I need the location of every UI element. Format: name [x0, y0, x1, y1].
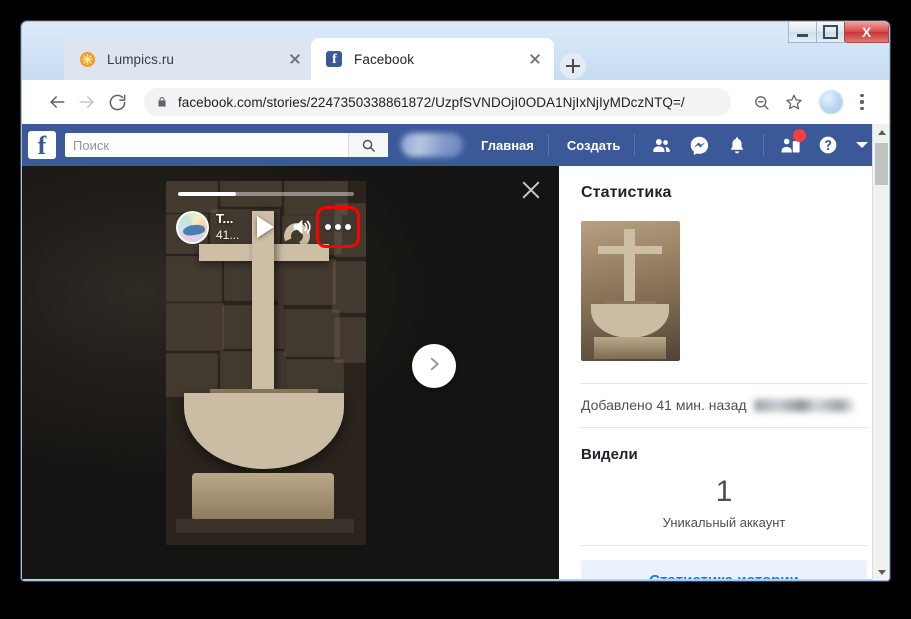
seen-section-title: Видели [581, 446, 638, 463]
window-bottom-edge [22, 579, 889, 580]
story-thumbnail[interactable] [581, 221, 680, 361]
reload-icon[interactable] [102, 87, 132, 117]
notifications-bell-icon[interactable] [725, 133, 749, 157]
browser-window: Lumpics.ru f Facebook X facebook.com/sto… [21, 21, 890, 581]
close-icon[interactable] [519, 178, 543, 202]
new-tab-button[interactable] [560, 53, 586, 79]
maximize-button[interactable] [816, 22, 845, 43]
search-icon[interactable] [348, 133, 388, 157]
nav-link-create[interactable]: Создать [567, 138, 620, 153]
next-story-button[interactable] [412, 344, 456, 388]
tab-facebook[interactable]: f Facebook [311, 38, 554, 80]
back-arrow-icon[interactable] [42, 87, 72, 117]
story-controls: T... 41... [176, 205, 361, 249]
stats-sidebar: Статистика Добавлено 41 мин. назад Видел… [559, 166, 889, 580]
page-title: Статистика [581, 184, 672, 201]
facebook-page: f Поиск Главная Создать T... 41... Стати… [22, 124, 889, 580]
tab-title: Facebook [354, 51, 415, 67]
tab-close-icon[interactable] [286, 50, 304, 68]
progress-fill [178, 192, 237, 196]
facebook-f-icon: f [325, 50, 343, 68]
story-meta: T... 41... [216, 211, 239, 242]
facebook-top-nav: f Поиск Главная Создать [22, 124, 889, 166]
tab-close-icon[interactable] [526, 50, 544, 68]
story-timestamp: 41... [216, 227, 240, 242]
three-dots-vertical-icon[interactable] [851, 89, 873, 115]
friend-request-badge-icon[interactable] [778, 129, 807, 157]
more-options-button[interactable] [316, 206, 361, 248]
search-placeholder: Поиск [73, 137, 110, 153]
more-options-icon [325, 224, 352, 230]
divider [581, 427, 867, 428]
story-stats-button[interactable]: Статистика истории [581, 560, 867, 580]
address-bar[interactable]: facebook.com/stories/2247350338861872/Uz… [144, 88, 731, 116]
blurred-name [753, 398, 854, 412]
messenger-icon[interactable] [687, 133, 711, 157]
minimize-button[interactable] [788, 22, 817, 43]
story-viewer: T... 41... [22, 166, 559, 580]
scrollbar-thumb[interactable] [875, 143, 888, 185]
story-progress-bar[interactable] [178, 192, 354, 196]
search-input[interactable]: Поиск [65, 133, 388, 157]
nav-divider [634, 134, 636, 156]
chevron-down-icon[interactable] [853, 136, 871, 154]
scroll-up-arrow-icon[interactable] [873, 124, 889, 141]
scroll-down-arrow-icon[interactable] [873, 564, 889, 580]
play-icon[interactable] [252, 214, 278, 240]
nav-divider [547, 134, 549, 156]
nav-divider [763, 134, 765, 156]
story-added-text: Добавлено 41 мин. назад [581, 397, 747, 413]
help-icon[interactable] [816, 133, 840, 157]
story-card[interactable]: T... 41... [166, 181, 366, 545]
window-controls: X [788, 22, 889, 45]
address-bar-url: facebook.com/stories/2247350338861872/Uz… [178, 94, 685, 110]
facebook-logo-icon[interactable]: f [28, 131, 56, 159]
friend-requests-icon[interactable] [649, 133, 673, 157]
tab-strip: Lumpics.ru f Facebook X [22, 22, 889, 80]
forward-arrow-icon[interactable] [72, 87, 102, 117]
avatar-icon[interactable] [819, 90, 843, 114]
next-chevron-icon [425, 355, 443, 378]
story-added-row: Добавлено 41 мин. назад [581, 384, 867, 427]
orange-slice-icon [78, 50, 96, 68]
tab-title: Lumpics.ru [107, 51, 175, 67]
lock-icon [156, 95, 168, 109]
close-window-button[interactable]: X [844, 22, 889, 43]
page-scrollbar[interactable] [872, 124, 889, 580]
star-icon[interactable] [781, 89, 807, 115]
nav-link-home[interactable]: Главная [481, 138, 534, 153]
browser-toolbar: facebook.com/stories/2247350338861872/Uz… [22, 80, 889, 124]
tab-lumpics[interactable]: Lumpics.ru [64, 38, 314, 80]
volume-on-icon[interactable] [288, 214, 316, 240]
divider [581, 545, 867, 546]
seen-count-label: Уникальный аккаунт [662, 515, 786, 530]
story-author-avatar[interactable] [176, 210, 209, 244]
seen-count: 1 [715, 475, 733, 508]
profile-name-blurred[interactable] [401, 133, 463, 157]
zoom-out-icon[interactable] [748, 89, 774, 115]
notification-badge [793, 129, 807, 142]
story-author-name: T... [216, 211, 234, 227]
progress-track [178, 192, 354, 196]
